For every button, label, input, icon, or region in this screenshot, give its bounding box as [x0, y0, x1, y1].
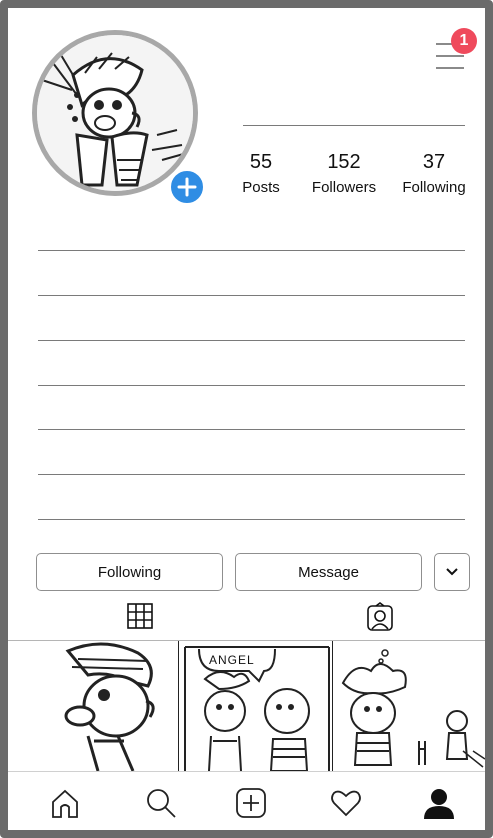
notification-badge: 1 — [451, 28, 477, 54]
add-post-icon — [236, 788, 266, 818]
nav-activity[interactable] — [329, 786, 363, 820]
stat-label: Following — [402, 179, 466, 196]
grid-icon — [127, 603, 153, 629]
stat-following[interactable]: 37 Following — [396, 150, 472, 198]
tab-tagged[interactable] — [360, 602, 400, 636]
post-image — [64, 642, 155, 771]
stat-label: Posts — [242, 179, 280, 196]
suggestions-dropdown-button[interactable] — [434, 553, 470, 591]
nav-search[interactable] — [144, 786, 178, 820]
post-thumbnail[interactable]: ANGEL — [179, 641, 332, 771]
stat-value: 152 — [327, 151, 361, 173]
stat-posts[interactable]: 55 Posts — [233, 150, 289, 198]
bio-line — [38, 519, 465, 520]
stat-value: 37 — [422, 151, 446, 173]
profile-icon — [424, 789, 454, 819]
comic-speech-text: ANGEL — [209, 653, 255, 667]
nav-profile[interactable] — [422, 786, 456, 820]
stat-label: Followers — [311, 179, 377, 196]
plus-icon — [177, 177, 197, 197]
post-thumbnail[interactable] — [333, 641, 485, 771]
posts-grid: ANGEL — [8, 641, 485, 771]
tab-grid[interactable] — [120, 602, 160, 634]
search-icon — [147, 789, 176, 818]
following-button[interactable]: Following — [36, 553, 223, 591]
username-line — [243, 125, 465, 126]
post-image — [184, 646, 330, 771]
bio-line — [38, 295, 465, 296]
bio-line — [38, 250, 465, 251]
post-image — [341, 649, 485, 768]
post-thumbnail[interactable] — [8, 641, 178, 771]
stat-followers[interactable]: 152 Followers — [304, 150, 384, 198]
avatar-cartoon-image — [37, 35, 193, 191]
phone-frame: 1 55 Posts 152 Followers 37 Following Fo… — [0, 0, 493, 838]
stat-value: 55 — [249, 151, 273, 173]
add-story-button[interactable] — [168, 168, 206, 206]
heart-icon — [331, 790, 361, 817]
message-button[interactable]: Message — [235, 553, 422, 591]
bio-line — [38, 429, 465, 430]
nav-add-post[interactable] — [234, 786, 268, 820]
profile-avatar[interactable] — [32, 30, 198, 196]
nav-home[interactable] — [48, 786, 82, 820]
bio-line — [38, 385, 465, 386]
chevron-down-icon — [446, 568, 458, 576]
home-icon — [52, 789, 78, 818]
bio-line — [38, 474, 465, 475]
bio-line — [38, 340, 465, 341]
bottom-navigation — [8, 771, 485, 830]
tagged-person-icon — [367, 602, 393, 631]
